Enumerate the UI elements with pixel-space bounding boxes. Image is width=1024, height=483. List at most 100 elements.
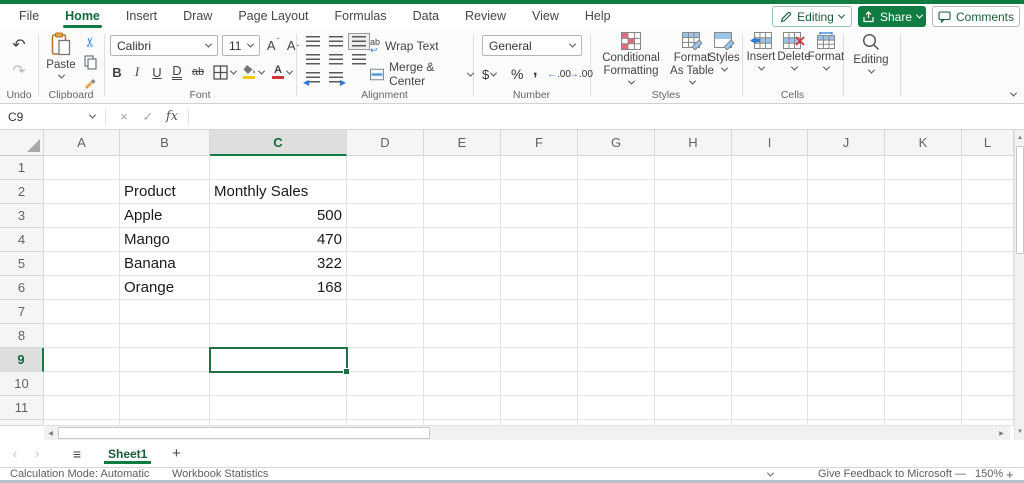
strikethrough-button[interactable]: ab [188, 62, 208, 82]
scroll-down-icon[interactable]: ▼ [1015, 425, 1024, 439]
cell-J2[interactable] [808, 180, 885, 204]
cell-G7[interactable] [578, 300, 655, 324]
cell-F3[interactable] [501, 204, 578, 228]
cell-K11[interactable] [885, 396, 962, 420]
format-cells-button[interactable]: Format [808, 32, 844, 71]
cell-D2[interactable] [347, 180, 424, 204]
cell-L3[interactable] [962, 204, 1014, 228]
align-middle-button[interactable] [325, 33, 347, 50]
cell-D5[interactable] [347, 252, 424, 276]
ribbon-tab-review[interactable]: Review [452, 4, 519, 28]
font-family-select[interactable]: Calibri [110, 35, 218, 56]
cell-E6[interactable] [424, 276, 501, 300]
cell-E3[interactable] [424, 204, 501, 228]
percent-format-button[interactable]: % [511, 64, 523, 84]
cell-G2[interactable] [578, 180, 655, 204]
cell-I1[interactable] [732, 156, 808, 180]
cell-H9[interactable] [655, 348, 732, 372]
editing-menu-button[interactable]: Editing [851, 32, 891, 74]
cell-A2[interactable] [44, 180, 120, 204]
decrease-indent-button[interactable]: ◀ [302, 69, 324, 87]
cell-J4[interactable] [808, 228, 885, 252]
cell-L8[interactable] [962, 324, 1014, 348]
cell-A8[interactable] [44, 324, 120, 348]
cell-D9[interactable] [347, 348, 424, 372]
cell-K5[interactable] [885, 252, 962, 276]
align-top-button[interactable] [302, 33, 324, 50]
all-sheets-menu-icon[interactable]: ≡ [62, 446, 92, 462]
cell-A4[interactable] [44, 228, 120, 252]
fill-handle[interactable] [343, 368, 350, 375]
cell-D3[interactable] [347, 204, 424, 228]
row-header-3[interactable]: 3 [0, 204, 44, 228]
row-header-6[interactable]: 6 [0, 276, 44, 300]
cell-F11[interactable] [501, 396, 578, 420]
cell-F10[interactable] [501, 372, 578, 396]
align-right-button[interactable] [348, 51, 370, 68]
increase-font-size-button[interactable]: Aˆ [264, 35, 282, 56]
cell-L10[interactable] [962, 372, 1014, 396]
row-header-11[interactable]: 11 [0, 396, 44, 420]
cell-C7[interactable] [210, 300, 347, 324]
column-header-b[interactable]: B [120, 130, 210, 156]
cell-B3[interactable]: Apple [120, 204, 210, 228]
cell-H6[interactable] [655, 276, 732, 300]
column-header-l[interactable]: L [962, 130, 1014, 156]
cell-F5[interactable] [501, 252, 578, 276]
cell-E11[interactable] [424, 396, 501, 420]
cell-A5[interactable] [44, 252, 120, 276]
cell-I2[interactable] [732, 180, 808, 204]
formula-input[interactable] [189, 104, 1024, 129]
cell-E7[interactable] [424, 300, 501, 324]
increase-decimal-button[interactable]: ←.00 [547, 64, 571, 84]
cell-K2[interactable] [885, 180, 962, 204]
cell-J6[interactable] [808, 276, 885, 300]
cell-G3[interactable] [578, 204, 655, 228]
cell-K4[interactable] [885, 228, 962, 252]
cell-A6[interactable] [44, 276, 120, 300]
horizontal-scrollbar-thumb[interactable] [58, 427, 430, 439]
align-left-button[interactable] [302, 51, 324, 68]
cell-G6[interactable] [578, 276, 655, 300]
undo-button[interactable]: ↶ [8, 34, 30, 56]
cell-C1[interactable] [210, 156, 347, 180]
cell-K6[interactable] [885, 276, 962, 300]
font-color-button[interactable]: A [269, 62, 295, 82]
ribbon-tab-file[interactable]: File [6, 4, 52, 28]
cell-L1[interactable] [962, 156, 1014, 180]
cell-B9[interactable] [120, 348, 210, 372]
cell-H10[interactable] [655, 372, 732, 396]
next-sheet-icon[interactable]: › [26, 446, 48, 461]
column-header-f[interactable]: F [501, 130, 578, 156]
column-header-a[interactable]: A [44, 130, 120, 156]
column-header-h[interactable]: H [655, 130, 732, 156]
cell-I11[interactable] [732, 396, 808, 420]
cell-A9[interactable] [44, 348, 120, 372]
cell-B4[interactable]: Mango [120, 228, 210, 252]
cell-G5[interactable] [578, 252, 655, 276]
cell-C4[interactable]: 470 [210, 228, 347, 252]
number-format-select[interactable]: General [482, 35, 582, 56]
double-underline-button[interactable]: D [168, 62, 186, 82]
cell-J3[interactable] [808, 204, 885, 228]
align-center-button[interactable] [325, 51, 347, 68]
row-header-5[interactable]: 5 [0, 252, 44, 276]
cell-E4[interactable] [424, 228, 501, 252]
merge-center-button[interactable]: Merge & Center [370, 60, 475, 88]
row-header-2[interactable]: 2 [0, 180, 44, 204]
cell-I6[interactable] [732, 276, 808, 300]
cell-I4[interactable] [732, 228, 808, 252]
cell-G11[interactable] [578, 396, 655, 420]
cell-F2[interactable] [501, 180, 578, 204]
cell-A3[interactable] [44, 204, 120, 228]
cell-E8[interactable] [424, 324, 501, 348]
cell-C10[interactable] [210, 372, 347, 396]
cell-L9[interactable] [962, 348, 1014, 372]
cell-B11[interactable] [120, 396, 210, 420]
cell-K10[interactable] [885, 372, 962, 396]
ribbon-tab-insert[interactable]: Insert [113, 4, 170, 28]
cell-G9[interactable] [578, 348, 655, 372]
cell-C3[interactable]: 500 [210, 204, 347, 228]
vertical-scrollbar-thumb[interactable] [1016, 146, 1024, 254]
status-options-chevron-icon[interactable] [766, 469, 775, 477]
